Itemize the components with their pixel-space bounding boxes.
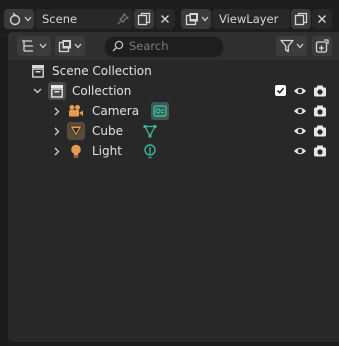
chevron-right-icon[interactable] [53,126,61,136]
render-layers-icon [184,11,200,27]
scene-icon [7,11,23,27]
scene-collection-label: Scene Collection [52,64,152,78]
search-placeholder: Search [129,39,169,53]
scene-name-field[interactable]: Scene [35,9,133,29]
light-data-icon[interactable] [142,143,158,159]
light-icon [68,143,84,159]
eye-icon[interactable] [292,123,308,139]
camera-render-icon[interactable] [312,83,328,99]
close-icon [157,11,173,27]
checkbox-icon[interactable] [275,85,286,96]
chevron-down-icon [39,42,47,50]
new-collection-icon [314,38,330,54]
render-layers-icon [57,38,73,54]
eye-icon[interactable] [292,143,308,159]
filter-icon [279,38,295,54]
vertex-data-icon[interactable] [142,123,158,139]
pin-icon[interactable] [115,11,131,27]
tree-row-scene-collection[interactable]: Scene Collection [8,61,339,81]
tree-row-light[interactable]: Light [8,141,339,161]
remove-view-layer-button[interactable] [312,9,332,29]
new-collection-button[interactable] [312,36,332,56]
chevron-down-icon [201,15,209,23]
tree-row-collection[interactable]: Collection [8,81,339,101]
light-label: Light [92,144,122,158]
chevron-down-icon [24,15,32,23]
editor-type-dropdown[interactable] [17,36,51,56]
display-mode-dropdown[interactable] [55,36,85,56]
outliner-icon [20,38,36,54]
chevron-right-icon[interactable] [53,146,61,156]
close-icon [314,11,330,27]
eye-icon[interactable] [292,103,308,119]
chevron-down-icon [296,42,304,50]
unlink-scene-button[interactable] [155,9,175,29]
scene-name: Scene [42,12,78,26]
camera-render-icon[interactable] [312,143,328,159]
chevron-down-icon [74,42,82,50]
mesh-icon [67,122,85,140]
collection-icon [48,82,66,100]
camera-label: Camera [92,104,140,118]
search-field[interactable]: Search [104,36,224,58]
search-icon [111,39,125,53]
scene-type-dropdown[interactable] [4,9,34,29]
tree-row-cube[interactable]: Cube [8,121,339,141]
filter-dropdown[interactable] [276,36,307,56]
collection-label: Collection [72,84,132,98]
duplicate-icon [293,11,309,27]
camera-render-icon[interactable] [312,103,328,119]
scene-collection-icon [30,63,46,79]
duplicate-icon [136,11,152,27]
camera-data-icon[interactable] [151,102,169,120]
area-divider[interactable] [0,38,8,346]
eye-icon[interactable] [292,83,308,99]
view-layer-type-dropdown[interactable] [181,9,211,29]
new-view-layer-button[interactable] [291,9,311,29]
camera-icon [68,103,84,119]
chevron-down-icon[interactable] [32,87,42,95]
view-layer-name-field[interactable]: ViewLayer [212,9,290,29]
camera-render-icon[interactable] [312,123,328,139]
cube-label: Cube [92,124,123,138]
new-scene-button[interactable] [134,9,154,29]
chevron-right-icon[interactable] [53,106,61,116]
tree-row-camera[interactable]: Camera [8,101,339,121]
view-layer-name: ViewLayer [219,12,279,26]
